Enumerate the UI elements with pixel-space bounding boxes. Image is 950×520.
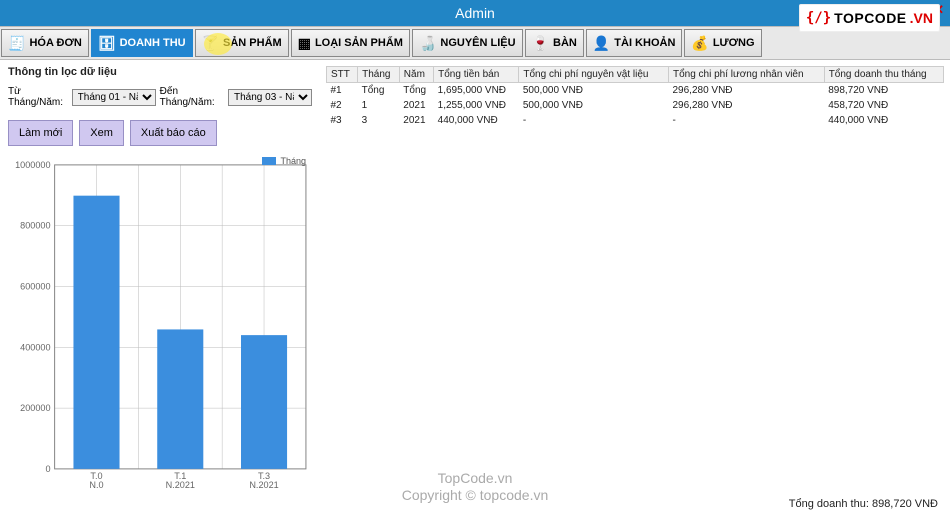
filter-heading: Thông tin lọc dữ liệu xyxy=(8,66,312,78)
toolbar-icon: 🧾 xyxy=(8,36,25,50)
svg-text:600000: 600000 xyxy=(20,282,50,292)
to-month-select[interactable]: Tháng 03 - Năm 2 xyxy=(228,89,312,106)
toolbar-icon: ▦ xyxy=(298,36,311,50)
col-header: Tháng xyxy=(358,67,400,83)
svg-text:0: 0 xyxy=(45,464,50,474)
data-panel: STTThángNămTổng tiền bánTổng chi phí ngu… xyxy=(320,60,950,520)
toolbar-nguyên-liệu[interactable]: 🍶NGUYÊN LIỆU xyxy=(412,29,523,57)
svg-text:N.2021: N.2021 xyxy=(249,480,278,490)
toolbar-lương[interactable]: 💰LƯƠNG xyxy=(684,29,761,57)
window-title: Admin xyxy=(455,5,495,21)
filter-panel: Thông tin lọc dữ liệu Từ Tháng/Năm: Thán… xyxy=(0,60,320,520)
chart-container: Tháng 02000004000006000008000001000000T.… xyxy=(8,156,312,514)
toolbar-icon: 💰 xyxy=(691,36,708,50)
col-header: Tổng chi phí nguyên vật liệu xyxy=(519,67,669,83)
total-revenue-footer: Tổng doanh thu: 898,720 VNĐ xyxy=(326,494,944,514)
toolbar-loại-sản-phẩm[interactable]: ▦LOẠI SẢN PHẨM xyxy=(291,29,410,57)
svg-text:200000: 200000 xyxy=(20,403,50,413)
chart-legend: Tháng xyxy=(262,156,306,166)
to-label: Đến Tháng/Năm: xyxy=(160,86,224,108)
toolbar-hóa-đơn[interactable]: 🧾HÓA ĐƠN xyxy=(1,29,89,57)
svg-text:N.2021: N.2021 xyxy=(166,480,195,490)
export-button[interactable]: Xuất báo cáo xyxy=(130,120,217,146)
view-button[interactable]: Xem xyxy=(79,120,124,146)
toolbar-icon: 👤 xyxy=(593,36,610,50)
toolbar-doanh-thu[interactable]: 🗄DOANH THU xyxy=(91,29,193,57)
col-header: Tổng doanh thu tháng xyxy=(824,67,943,83)
col-header: Tổng chi phí lương nhân viên xyxy=(668,67,824,83)
legend-swatch-icon xyxy=(262,157,276,165)
svg-text:400000: 400000 xyxy=(20,342,50,352)
col-header: STT xyxy=(327,67,358,83)
svg-text:800000: 800000 xyxy=(20,221,50,231)
table-row[interactable]: #2120211,255,000 VNĐ500,000 VNĐ296,280 V… xyxy=(327,98,944,113)
toolbar-sản-phẩm[interactable]: 🍸SẢN PHẨM xyxy=(195,29,289,57)
toolbar-icon: 🍸 xyxy=(202,36,219,50)
table-row[interactable]: #332021440,000 VNĐ--440,000 VNĐ xyxy=(327,113,944,128)
from-month-select[interactable]: Tháng 01 - Năm 2 xyxy=(72,89,156,106)
revenue-table: STTThángNămTổng tiền bánTổng chi phí ngu… xyxy=(326,66,944,128)
from-label: Từ Tháng/Năm: xyxy=(8,86,68,108)
toolbar-icon: 🍶 xyxy=(419,36,436,50)
toolbar-bàn[interactable]: 🍷BÀN xyxy=(525,29,584,57)
toolbar-tài-khoản[interactable]: 👤TÀI KHOẢN xyxy=(586,29,683,57)
refresh-button[interactable]: Làm mới xyxy=(8,120,73,146)
svg-text:N.0: N.0 xyxy=(89,480,103,490)
col-header: Năm xyxy=(399,67,433,83)
toolbar-icon: 🍷 xyxy=(532,36,549,50)
table-row[interactable]: #1TổngTổng1,695,000 VNĐ500,000 VNĐ296,28… xyxy=(327,83,944,99)
col-header: Tổng tiền bán xyxy=(434,67,519,83)
toolbar-icon: 🗄 xyxy=(98,36,116,50)
revenue-bar-chart: 02000004000006000008000001000000T.0N.0T.… xyxy=(8,156,312,496)
svg-text:1000000: 1000000 xyxy=(15,160,50,170)
watermark-logo: {/} TOPCODE.VN xyxy=(799,4,940,32)
